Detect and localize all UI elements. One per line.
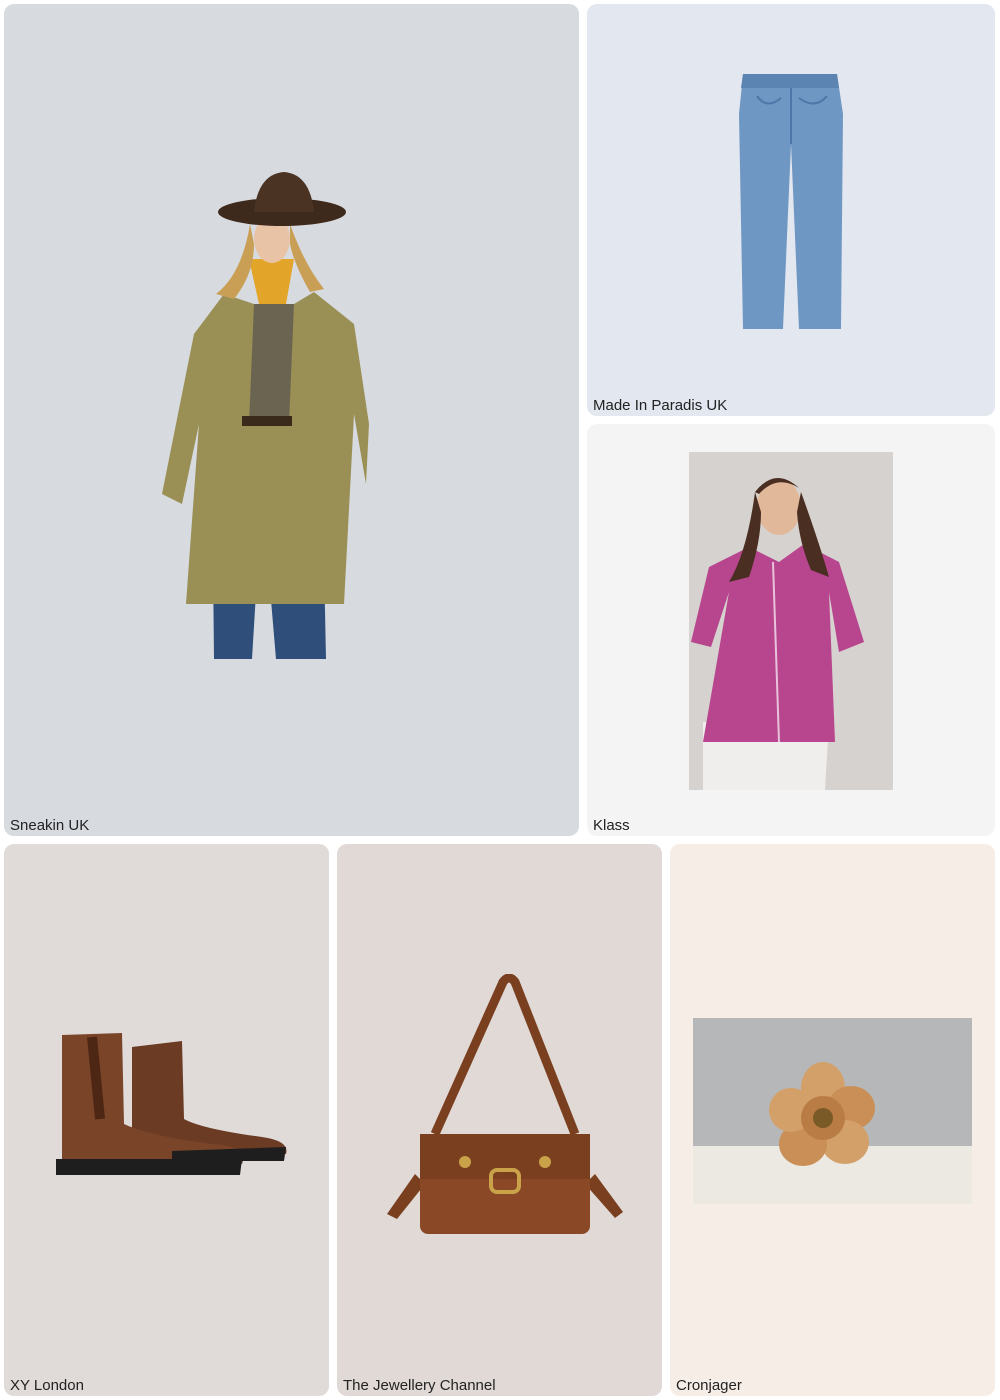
brand-label: Klass [593,817,630,834]
brand-label: XY London [10,1377,84,1394]
product-card-made-in-paradis-uk[interactable]: Made In Paradis UK [587,4,995,416]
product-card-the-jewellery-channel[interactable]: The Jewellery Channel [337,844,662,1396]
product-image-jeans [737,74,847,334]
brand-label: Made In Paradis UK [593,397,728,414]
product-card-klass[interactable]: Klass [587,424,995,836]
product-image-chelsea-boots [52,1029,287,1184]
brand-label: Cronjager [676,1377,742,1394]
product-image-blouse [689,452,893,790]
brand-label: Sneakin UK [10,817,90,834]
brand-label: The Jewellery Channel [343,1377,496,1394]
product-card-cronjager[interactable]: Cronjager [670,844,995,1396]
product-card-xy-london[interactable]: XY London [4,844,329,1396]
product-image-jacket-outfit [154,164,374,664]
product-card-sneakin-uk[interactable]: Sneakin UK [4,4,579,836]
product-image-flower-brooch [693,1018,972,1204]
product-image-shoulder-bag [385,974,625,1239]
